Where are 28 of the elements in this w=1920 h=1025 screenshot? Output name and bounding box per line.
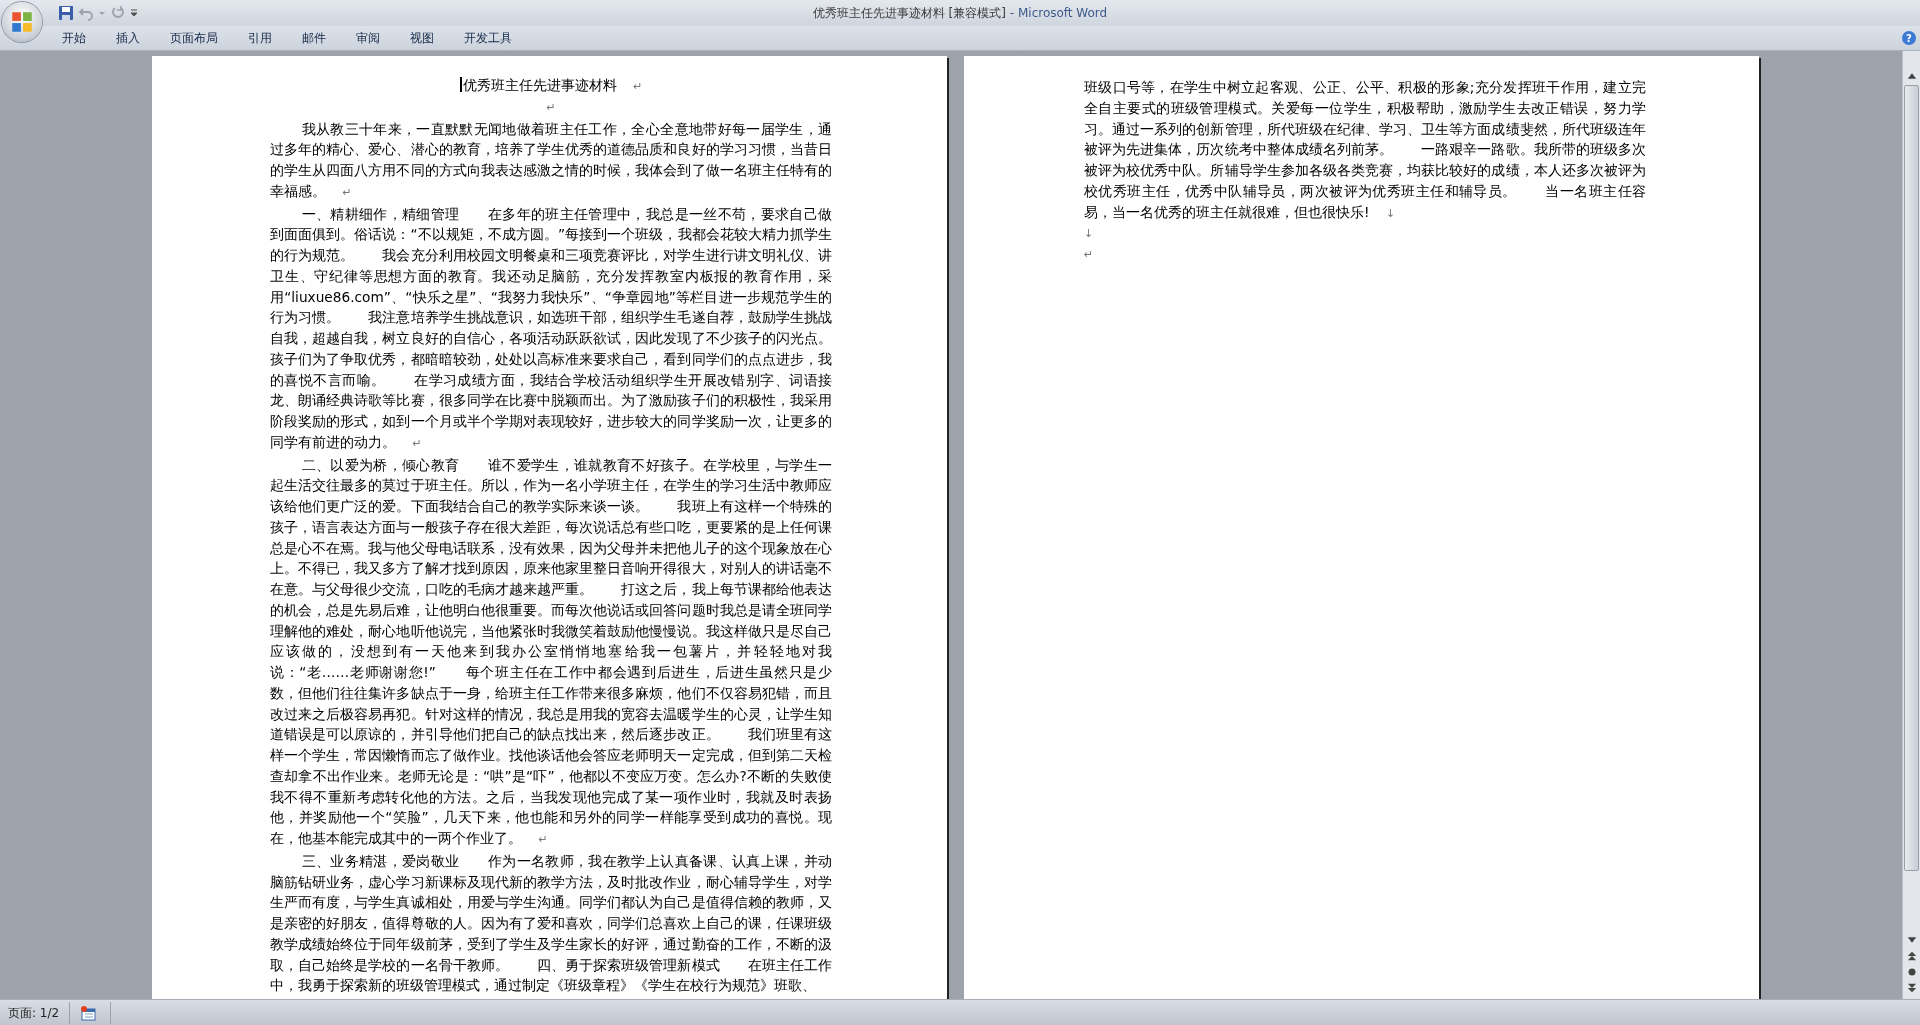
scroll-thumb[interactable] — [1904, 85, 1919, 871]
ribbon-tab[interactable]: 页面布局 — [160, 27, 232, 49]
ribbon-tab[interactable]: 开发工具 — [454, 27, 526, 49]
paragraph-text: 三、业务精湛，爱岗敬业 作为一名教师，我在教学上认真备课、认真上课，并动脑筋钻研业务，虚心学习新课标及现代新的教学方法，及时批改作业，耐心辅导学生，对学生严而有度，与学生真诚相处，用爱与学生沟通。同学们都认为自己是值得信赖的教师，又是亲密的好朋友，值得尊敬的人。因为有了爱和喜欢，同学们总喜欢上自己的课，任课班级教学成绩始终位于同年级前茅，受到了学生及学生家长的好评，通过勤奋的工作，不断的汲取，自己始终是学校的一名骨干教师。 四、勇于探索班级管理新模式 在班主任工作中，我勇于探索新的班级管理模式，通过制定《班级章程》《学生在校行为规范》班歌、 — [270, 852, 832, 994]
paragraph-text: 班级口号等，在学生中树立起客观、公正、公平、积极的形象;充分发挥班干作用，建立完全自主要式的班级管理模式。关爱每一位学生，积极帮助，激励学生去改正错误，努力学习。通过一系列的创新管理，所代班级在纪律、学习、卫生等方面成绩斐然，所代班级连年被评为先进集体，历次统考中整体成绩名列前茅。 一路艰辛一路歌。我所带的班级多次被评为校优秀中队。所辅导学生参加各级各类竞赛，均获比较好的成绩，本人还多次被评为校优秀班主任，优秀中队辅导员，两次被评为优秀班主任和辅导员。 当一名班主任容易，当一名优秀的班主任就很难，但也很快乐! ↓ — [1084, 79, 1646, 220]
paragraph-text: 我从教三十年来，一直默默无闻地做着班主任工作，全心全意地带好每一届学生，通过多年的精心、爱心、潜心的教育，培养了学生优秀的道德品质和良好的学习习惯，当昔日的学生从四面八方用不同的方式向我表达感激之情的时候，我体会到了做一名班主任特有的幸福感。 ↵ — [270, 120, 832, 199]
ribbon-tab[interactable]: 开始 — [52, 27, 100, 49]
save-icon[interactable] — [58, 5, 74, 21]
formatting-mark: ↵ — [546, 100, 556, 114]
ribbon-tab[interactable]: 邮件 — [292, 27, 340, 49]
paragraph-text: 一、精耕细作，精细管理 在多年的班主任管理中，我总是一丝不苟，要求自己做到面面俱到。俗话说：“不以规矩，不成方圆。”每接到一个班级，我都会花较大精力抓学生的行为规范。 我会充分利用校园文明餐桌和三项竞赛评比，对学生进行讲文明礼仪、讲卫生、守纪律等思想方面的教育。我还动足脑筋，充分发挥教室内板报的教育作用，采用“liuxue86.com”、“快乐之星”、“我努力我快乐”、“争章园地”等栏目进一步规范学生的行为习惯。 我注意培养学生挑战意识，如选班干部，组织学生毛遂自荐，鼓励学生挑战自我，超越自我，树立良好的自信心，各项活动跃跃欲试，因此发现了不少孩子的闪光点。孩子们为了争取优秀，都暗暗较劲，处处以高标准来要求自己，看到同学们的点点进步，我的喜悦不言而喻。 在学习成绩方面，我结合学校活动组织学生开展改错别字、词语接龙、朗诵经典诗歌等比赛，很多同学在比赛中脱颖而出。为了激励孩子们的积极性，我采用阶段奖励的形式，如到一个月或半个学期对表现较好，进步较大的同学奖励一次，让更多的同学有前进的动力。 ↵ — [270, 205, 832, 450]
paragraph-text: 二、以爱为桥，倾心教育 谁不爱学生，谁就教育不好孩子。在学校里，与学生一起生活交往最多的莫过于班主任。所以，作为一名小学班主任，在学生的学习生活中教师应该给他们更广泛的爱。下面我结合自己的教学实际来谈一谈。 我班上有这样一个特殊的孩子，语言表达方面与一般孩子存在很大差距，每次说话总有些口吃，更要紧的是上任何课总是心不在焉。我与他父母电话联系，没有效果，因为父母并未把他儿子的这个现象放在心上。不得已，我又多方了解才找到原因，原来他家里整日音响开得很大，对别人的讲话毫不在意。与父母很少交流，口吃的毛病才越来越严重。 打这之后，我上每节课都给他表达的机会，总是先易后难，让他明白他很重要。而每次他说话或回答问题时我总是请全班同学理解他的难处，耐心地听他说完，当他紧张时我微笑着鼓励他慢慢说。我这样做只是尽自己应该做的，没想到有一天他来到我办公室悄悄地塞给我一包薯片，并轻轻地对我说：“老……老师谢谢您!” 每个班主任在工作中都会遇到后进生，后进生虽然只是少数，但他们往往集许多缺点于一身，给班主任工作带来很多麻烦，他们不仅容易犯错，而且改过来之后极容易再犯。针对这样的情况，我总是用我的宽容去温暖学生的心灵，让学生知道错误是可以原谅的，并引导他们把自己的缺点找出来，然后逐步改正。 我们班里有这样一个学生，常因懒惰而忘了做作业。找他谈话他会答应老师明天一定完成，但到第二天检查却拿不出作业来。老师无论是：“哄”是“吓”，他都以不变应万变。怎么办?不断的失败使我不得不重新考虑转化他的方法。之后，当我发现他完成了某一项作业时，我就及时表扬他，并奖励他一个“笑脸”，几天下来，他也能和另外的同学一样能享受到成功的喜悦。现在，他基本能完成其中的一两个作业了。 ↵ — [270, 456, 832, 846]
page-count[interactable]: 页面: 1/2 — [0, 1001, 71, 1024]
formatting-mark: ↓ — [1084, 227, 1094, 241]
office-button[interactable] — [2, 2, 42, 42]
logo-icon — [9, 9, 35, 35]
formatting-mark: ↵ — [1084, 248, 1094, 261]
macro-record-icon[interactable] — [80, 1004, 97, 1021]
document-title: 优秀班主任先进事迹材料 ↵ — [462, 77, 643, 93]
ribbon-tab[interactable]: 插入 — [106, 27, 154, 49]
ribbon-tab[interactable]: 引用 — [238, 27, 286, 49]
window-title: 优秀班主任先进事迹材料 [兼容模式] — [812, 6, 1006, 20]
app-name: - Microsoft Word — [1009, 6, 1108, 20]
vertical-scrollbar[interactable] — [1902, 51, 1920, 999]
customize-caret-icon[interactable] — [130, 9, 138, 17]
ribbon-tab[interactable]: 视图 — [400, 27, 448, 49]
help-icon[interactable]: ? — [1902, 31, 1916, 45]
ribbon-tab[interactable]: 审阅 — [346, 27, 394, 49]
